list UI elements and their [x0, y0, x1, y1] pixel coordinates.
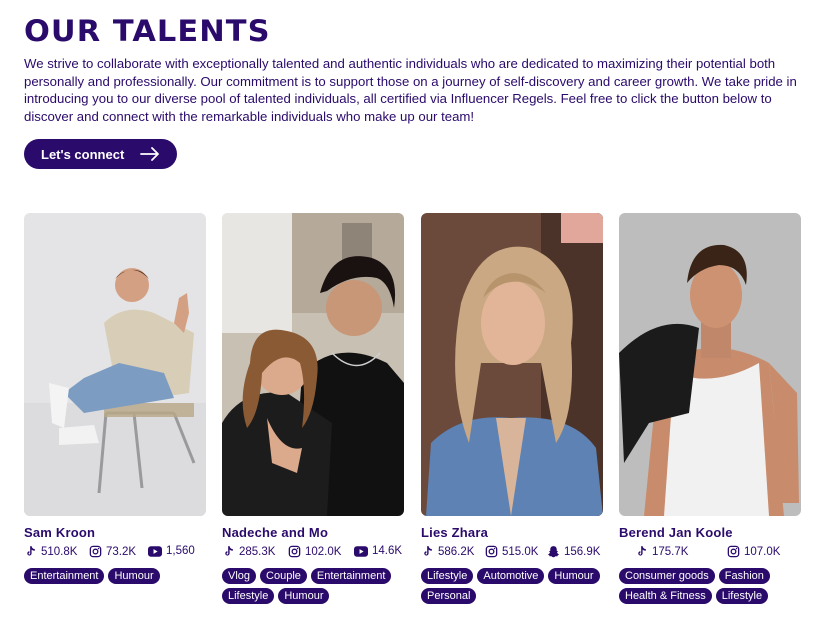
instagram-icon	[485, 545, 498, 558]
tag[interactable]: Couple	[260, 568, 307, 584]
talent-name[interactable]: Berend Jan Koole	[619, 525, 801, 540]
talent-stats: 586.2K 515.0K 156.9K	[421, 545, 603, 561]
tag[interactable]: Automotive	[477, 568, 545, 584]
stat-value: 1,560	[166, 545, 195, 557]
stat-value: 515.0K	[502, 545, 539, 558]
youtube-stat[interactable]: 14.6K	[354, 545, 402, 557]
talent-tags: Entertainment Humour	[24, 568, 206, 584]
youtube-stat[interactable]: 1,560	[148, 545, 195, 557]
talent-photo[interactable]	[619, 213, 801, 516]
youtube-icon	[354, 545, 368, 557]
talent-tags: Lifestyle Automotive Humour Personal	[421, 568, 603, 604]
lets-connect-button[interactable]: Let's connect	[24, 139, 177, 169]
stat-value: 156.9K	[564, 545, 601, 558]
tag[interactable]: Humour	[548, 568, 600, 584]
talent-stats: 510.8K 73.2K 1,560	[24, 545, 206, 561]
talent-card-sam-kroon[interactable]: Sam Kroon 510.8K 73.2K 1,560 Entertainme…	[24, 213, 206, 584]
talent-tags: Consumer goods Fashion Health & Fitness …	[619, 568, 801, 604]
tiktok-stat[interactable]: 285.3K	[222, 545, 275, 558]
talent-card-berend-jan-koole[interactable]: Berend Jan Koole 175.7K 107.0K Consumer …	[619, 213, 801, 604]
stat-value: 73.2K	[106, 545, 137, 558]
snapchat-icon	[547, 546, 560, 558]
tag[interactable]: Health & Fitness	[619, 588, 712, 604]
stat-value: 175.7K	[652, 545, 689, 558]
lets-connect-label: Let's connect	[41, 146, 125, 162]
tag[interactable]: Consumer goods	[619, 568, 715, 584]
tag[interactable]: Fashion	[718, 568, 770, 584]
tiktok-icon	[424, 546, 432, 556]
talent-photo[interactable]	[222, 213, 404, 516]
tag[interactable]: Lifestyle	[421, 568, 474, 584]
talent-name[interactable]: Sam Kroon	[24, 525, 206, 540]
tiktok-stat[interactable]: 175.7K	[635, 545, 688, 558]
stat-value: 586.2K	[438, 545, 475, 558]
youtube-icon	[148, 545, 162, 557]
talent-photo[interactable]	[421, 213, 603, 516]
snapchat-stat[interactable]: 156.9K	[547, 545, 600, 558]
talent-card-nadeche-and-mo[interactable]: Nadeche and Mo 285.3K 102.0K 14.6K Vlog …	[222, 213, 404, 604]
instagram-stat[interactable]: 73.2K	[89, 545, 136, 558]
tag[interactable]: Personal	[421, 588, 477, 604]
talent-stats: 175.7K 107.0K	[619, 545, 801, 561]
tag[interactable]: Entertainment	[24, 568, 105, 584]
instagram-icon	[89, 545, 102, 558]
talent-stats: 285.3K 102.0K 14.6K	[222, 545, 404, 561]
instagram-stat[interactable]: 102.0K	[288, 545, 341, 558]
intro-text: We strive to collaborate with exceptiona…	[24, 56, 797, 124]
instagram-icon	[727, 545, 740, 558]
tag[interactable]: Vlog	[222, 568, 257, 584]
tiktok-icon	[638, 546, 646, 556]
stat-value: 14.6K	[372, 545, 403, 557]
instagram-icon	[288, 545, 301, 558]
instagram-stat[interactable]: 107.0K	[727, 545, 780, 558]
talent-name[interactable]: Nadeche and Mo	[222, 525, 404, 540]
tiktok-icon	[27, 546, 35, 556]
tag[interactable]: Lifestyle	[715, 588, 769, 604]
arrow-right-icon	[140, 147, 159, 161]
tag[interactable]: Humour	[108, 568, 160, 584]
tiktok-icon	[225, 546, 233, 556]
stat-value: 102.0K	[305, 545, 342, 558]
tag[interactable]: Entertainment	[310, 568, 392, 584]
talent-name[interactable]: Lies Zhara	[421, 525, 603, 540]
tiktok-stat[interactable]: 510.8K	[24, 545, 77, 558]
tag[interactable]: Lifestyle	[222, 588, 275, 604]
stat-value: 107.0K	[744, 545, 781, 558]
tiktok-stat[interactable]: 586.2K	[421, 545, 474, 558]
talent-card-lies-zhara[interactable]: Lies Zhara 586.2K 515.0K 156.9K Lifestyl…	[421, 213, 603, 604]
talent-photo[interactable]	[24, 213, 206, 516]
page-title: OUR TALENTS	[24, 14, 271, 48]
instagram-stat[interactable]: 515.0K	[485, 545, 538, 558]
tag[interactable]: Humour	[278, 588, 330, 604]
talent-tags: Vlog Couple Entertainment Lifestyle Humo…	[222, 568, 404, 604]
stat-value: 285.3K	[239, 545, 276, 558]
stat-value: 510.8K	[41, 545, 78, 558]
